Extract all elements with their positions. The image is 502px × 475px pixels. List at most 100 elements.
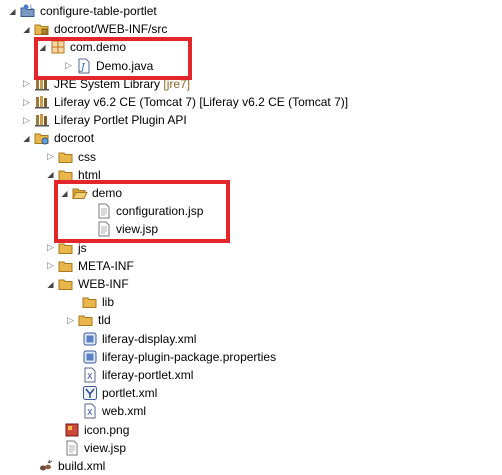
tree-item-label: view.jsp xyxy=(116,222,159,237)
tree-item-label: view.jsp xyxy=(84,440,127,455)
tree-item-library-liferay-plugin-api[interactable]: Liferay Portlet Plugin API xyxy=(0,111,502,129)
tree-item-label: com.demo xyxy=(70,40,127,55)
xml-config-icon xyxy=(82,349,98,365)
collapse-arrow-icon[interactable] xyxy=(38,43,47,52)
tree-item-label: web.xml xyxy=(102,404,147,419)
tree-item-folder-docroot-webinf-src[interactable]: docroot/WEB-INF/src xyxy=(0,20,502,38)
tree-item-folder-html[interactable]: html xyxy=(0,166,502,184)
tree-item-label: configuration.jsp xyxy=(116,204,204,219)
folder-icon xyxy=(58,240,74,256)
expand-arrow-icon[interactable] xyxy=(46,152,55,161)
tree-item-library-jre-system[interactable]: JRE System Library [jre7] xyxy=(0,75,502,93)
tree-item-folder-css[interactable]: css xyxy=(0,148,502,166)
expand-arrow-icon[interactable] xyxy=(46,261,55,270)
ant-file-icon xyxy=(38,458,54,474)
expand-arrow-icon[interactable] xyxy=(22,116,31,125)
folder-icon xyxy=(82,294,98,310)
tree-item-file-liferay-plugin-package[interactable]: liferay-plugin-package.properties xyxy=(0,348,502,366)
tree-item-folder-tld[interactable]: tld xyxy=(0,311,502,329)
expand-arrow-icon[interactable] xyxy=(66,316,75,325)
tree-item-label: portlet.xml xyxy=(102,386,158,401)
tree-item-file-view-jsp[interactable]: view.jsp xyxy=(0,439,502,457)
tree-item-file-demo-java[interactable]: J Demo.java xyxy=(0,57,502,75)
tree-item-label: build.xml xyxy=(58,459,106,473)
collapse-arrow-icon[interactable] xyxy=(60,189,69,198)
jsp-file-icon xyxy=(96,203,112,219)
tree-item-file-build-xml[interactable]: build.xml xyxy=(0,457,502,475)
tree-item-file-configuration-jsp[interactable]: configuration.jsp xyxy=(0,202,502,220)
source-folder-icon xyxy=(34,21,50,37)
tree-item-label: liferay-portlet.xml xyxy=(102,368,194,382)
collapse-arrow-icon[interactable] xyxy=(22,25,31,34)
collapse-arrow-icon[interactable] xyxy=(22,134,31,143)
tree-item-folder-js[interactable]: js xyxy=(0,239,502,257)
tree-item-project-configure-table-portlet[interactable]: Lconfigure-table-portlet xyxy=(0,2,488,20)
tree-item-label: WEB-INF xyxy=(78,277,129,291)
tree-item-label: liferay-plugin-package.properties xyxy=(102,349,277,364)
tree-item-decoration: [jre7] xyxy=(160,76,191,91)
tree-item-label: liferay-display.xml xyxy=(102,331,197,346)
xml-file-icon: X xyxy=(82,403,98,419)
folder-open-icon xyxy=(72,185,88,201)
tree-item-label: META-INF xyxy=(78,258,134,273)
image-file-icon xyxy=(64,422,80,438)
library-icon xyxy=(34,76,50,92)
tree-item-library-liferay-tomcat[interactable]: Liferay v6.2 CE (Tomcat 7) [Liferay v6.2… xyxy=(0,93,502,111)
svg-text:X: X xyxy=(87,408,93,417)
tree-item-label: css xyxy=(78,149,96,164)
tree-item-label: docroot/WEB-INF/src xyxy=(54,22,168,37)
tree-item-file-portlet-xml[interactable]: portlet.xml xyxy=(0,384,502,402)
jsp-file-icon xyxy=(96,221,112,237)
folder-icon xyxy=(58,167,74,183)
tree-item-file-icon-png[interactable]: icon.png xyxy=(0,421,502,439)
tree-item-folder-lib[interactable]: lib xyxy=(0,293,502,311)
collapse-arrow-icon[interactable] xyxy=(46,170,55,179)
expand-arrow-icon[interactable] xyxy=(22,79,31,88)
jsp-file-icon xyxy=(64,440,80,456)
tree-item-file-liferay-display-xml[interactable]: liferay-display.xml xyxy=(0,330,502,348)
expand-arrow-icon[interactable] xyxy=(46,243,55,252)
tree-item-folder-web-inf[interactable]: WEB-INF xyxy=(0,275,502,293)
xml-file-icon: X xyxy=(82,367,98,383)
package-icon xyxy=(50,39,66,55)
tree-item-label: js xyxy=(78,240,87,255)
collapse-arrow-icon[interactable] xyxy=(8,7,17,16)
tree-item-label: tld xyxy=(98,313,111,328)
expand-arrow-icon[interactable] xyxy=(64,61,73,70)
tree-item-folder-meta-inf[interactable]: META-INF xyxy=(0,257,502,275)
tree-item-label: configure-table-portlet xyxy=(40,4,157,18)
expand-arrow-icon[interactable] xyxy=(22,98,31,107)
tree-item-label: JRE System Library [jre7] xyxy=(54,76,191,91)
collapse-arrow-icon[interactable] xyxy=(46,280,55,289)
tree-item-file-view-jsp-demo[interactable]: view.jsp xyxy=(0,220,502,238)
folder-icon xyxy=(58,258,74,274)
tree-item-folder-demo[interactable]: demo xyxy=(0,184,502,202)
project-icon: L xyxy=(20,3,36,19)
tree-item-label: html xyxy=(78,167,101,182)
tree-item-folder-docroot[interactable]: docroot xyxy=(0,129,502,147)
project-explorer-tree: Lconfigure-table-portlet docroot/WEB-INF/… xyxy=(0,0,502,473)
tree-item-label: demo xyxy=(92,186,123,200)
portlet-xml-icon xyxy=(82,385,98,401)
xml-config-icon xyxy=(82,331,98,347)
tree-item-label: lib xyxy=(102,295,115,310)
tree-item-file-liferay-portlet-xml[interactable]: Xliferay-portlet.xml xyxy=(0,366,502,384)
tree-item-package-com-demo[interactable]: com.demo xyxy=(0,38,502,56)
tree-item-label: Liferay Portlet Plugin API xyxy=(54,113,187,128)
tree-item-label: Liferay v6.2 CE (Tomcat 7) [Liferay v6.2… xyxy=(54,95,349,109)
java-file-icon: J xyxy=(76,58,92,74)
tree-item-file-web-xml[interactable]: Xweb.xml xyxy=(0,402,502,420)
tree-item-label: icon.png xyxy=(84,422,130,437)
folder-icon xyxy=(58,276,74,292)
